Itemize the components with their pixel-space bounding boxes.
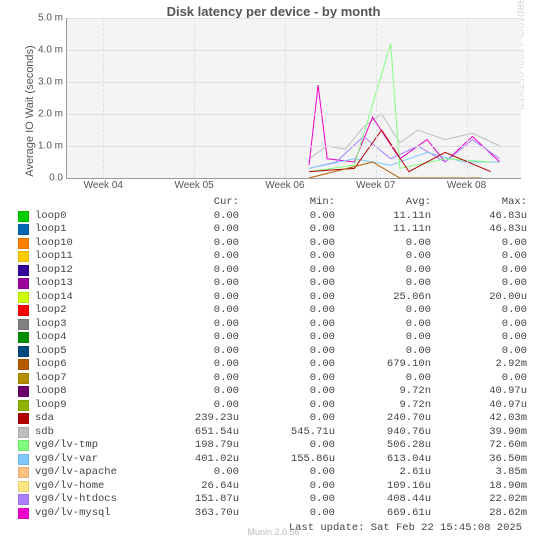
legend-row-loop8: loop80.000.009.72n40.97u [18,385,528,399]
legend-swatch [18,278,29,289]
legend-device-name: loop13 [35,277,143,291]
legend-row-loop5: loop50.000.000.000.00 [18,345,528,359]
legend-swatch [18,467,29,478]
legend-swatch [18,508,29,519]
legend-swatch [18,305,29,316]
series-vg0/lv-mysql [309,85,500,165]
legend-swatch [18,386,29,397]
legend-device-name: vg0/lv-mysql [35,507,143,521]
legend-row-loop1: loop10.000.0011.11n46.83u [18,223,528,237]
legend-device-name: loop3 [35,318,143,332]
legend-row-sda: sda239.23u0.00240.70u42.03m [18,412,528,426]
legend-swatch [18,332,29,343]
legend-swatch [18,265,29,276]
legend-device-name: loop14 [35,291,143,305]
legend-swatch [18,319,29,330]
legend-row-sdb: sdb651.54u545.71u940.76u39.90m [18,426,528,440]
legend-device-name: loop4 [35,331,143,345]
legend-device-name: vg0/lv-var [35,453,143,467]
legend-swatch [18,440,29,451]
legend-row-vg0-lv-tmp: vg0/lv-tmp198.79u0.00506.28u72.60m [18,439,528,453]
legend-swatch [18,346,29,357]
legend-swatch [18,413,29,424]
y-tick: 5.0 m [23,13,67,24]
legend-row-loop13: loop130.000.000.000.00 [18,277,528,291]
y-tick: 4.0 m [23,45,67,56]
y-tick: 2.0 m [23,109,67,120]
legend-row-loop2: loop20.000.000.000.00 [18,304,528,318]
x-tick: Week 05 [174,178,213,191]
x-tick: Week 08 [447,178,486,191]
page-title: Disk latency per device - by month [0,4,547,19]
legend-swatch [18,224,29,235]
legend-device-name: vg0/lv-htdocs [35,493,143,507]
legend-row-loop7: loop70.000.000.000.00 [18,372,528,386]
legend-swatch [18,373,29,384]
chart-legend: Cur: Min: Avg: Max: loop00.000.0011.11n4… [18,196,528,536]
x-tick: Week 04 [84,178,123,191]
legend-swatch [18,211,29,222]
x-tick: Week 07 [356,178,395,191]
legend-device-name: loop5 [35,345,143,359]
x-tick: Week 06 [265,178,304,191]
chart-lines [67,18,521,178]
legend-device-name: sdb [35,426,143,440]
legend-row-loop11: loop110.000.000.000.00 [18,250,528,264]
y-tick: 1.0 m [23,141,67,152]
legend-swatch [18,251,29,262]
legend-header: Cur: Min: Avg: Max: [18,196,528,210]
legend-row-loop6: loop60.000.00679.10n2.92m [18,358,528,372]
legend-swatch [18,400,29,411]
legend-row-vg0-lv-mysql: vg0/lv-mysql363.70u0.00669.61u28.62m [18,507,528,521]
legend-row-loop3: loop30.000.000.000.00 [18,318,528,332]
legend-device-name: loop12 [35,264,143,278]
legend-device-name: loop10 [35,237,143,251]
y-tick: 3.0 m [23,77,67,88]
legend-swatch [18,427,29,438]
legend-device-name: loop1 [35,223,143,237]
legend-row-loop4: loop40.000.000.000.00 [18,331,528,345]
legend-device-name: loop0 [35,210,143,224]
legend-row-loop0: loop00.000.0011.11n46.83u [18,210,528,224]
legend-device-name: loop11 [35,250,143,264]
legend-swatch [18,454,29,465]
legend-row-loop9: loop90.000.009.72n40.97u [18,399,528,413]
legend-device-name: vg0/lv-apache [35,466,143,480]
y-tick: 0.0 [23,173,67,184]
legend-swatch [18,359,29,370]
chart-plot-area: 0.01.0 m2.0 m3.0 m4.0 m5.0 mWeek 04Week … [66,18,521,179]
legend-device-name: vg0/lv-home [35,480,143,494]
legend-row-loop12: loop120.000.000.000.00 [18,264,528,278]
legend-swatch [18,292,29,303]
legend-row-loop14: loop140.000.0025.06n20.00u [18,291,528,305]
legend-device-name: loop8 [35,385,143,399]
legend-row-vg0-lv-htdocs: vg0/lv-htdocs151.87u0.00408.44u22.02m [18,493,528,507]
series-vg0/lv-tmp [309,44,491,172]
legend-device-name: sda [35,412,143,426]
legend-device-name: vg0/lv-tmp [35,439,143,453]
legend-swatch [18,481,29,492]
legend-row-vg0-lv-apache: vg0/lv-apache0.000.002.61u3.85m [18,466,528,480]
legend-device-name: loop7 [35,372,143,386]
footer-version: Munin 2.0.56 [0,527,547,537]
legend-swatch [18,238,29,249]
legend-device-name: loop6 [35,358,143,372]
legend-device-name: loop2 [35,304,143,318]
legend-row-vg0-lv-home: vg0/lv-home26.64u0.00109.16u18.90m [18,480,528,494]
legend-row-vg0-lv-var: vg0/lv-var401.02u155.86u613.04u36.50m [18,453,528,467]
legend-device-name: loop9 [35,399,143,413]
legend-row-loop10: loop100.000.000.000.00 [18,237,528,251]
legend-swatch [18,494,29,505]
